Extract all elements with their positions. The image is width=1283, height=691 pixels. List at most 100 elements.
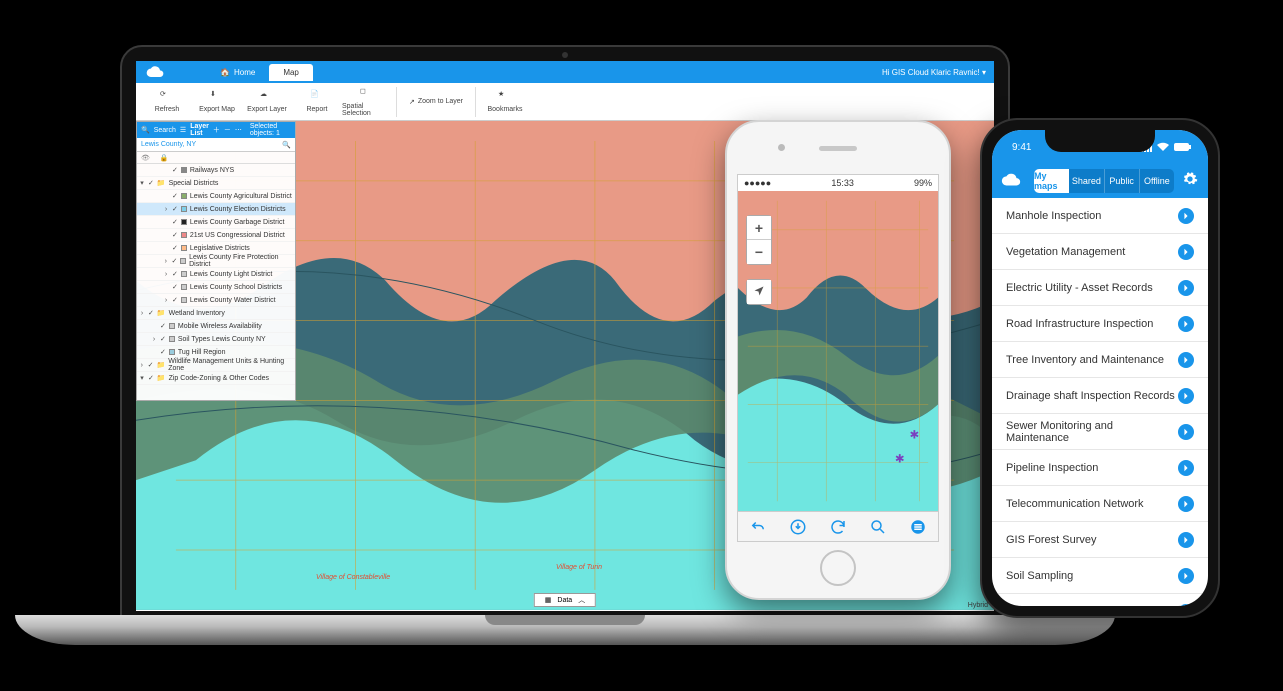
search-icon[interactable]: 🔍 xyxy=(141,126,150,134)
settings-button[interactable] xyxy=(1182,171,1200,192)
remove-icon[interactable]: － xyxy=(224,125,231,135)
bookmarks-button[interactable]: ★ Bookmarks xyxy=(480,90,530,113)
download-button[interactable] xyxy=(785,514,811,540)
map-list: Manhole Inspection Vegetation Management… xyxy=(992,198,1208,606)
spatial-selection-button[interactable]: ◻ Spatial Selection xyxy=(342,87,392,117)
refresh-button[interactable]: ⟳ Refresh xyxy=(142,90,192,113)
layer-row[interactable]: ✓21st US Congressional District xyxy=(137,229,295,242)
check-icon[interactable]: ✓ xyxy=(172,192,178,200)
chevron-right-icon xyxy=(1178,568,1194,584)
zoom-in-button[interactable]: + xyxy=(747,216,771,240)
list-item-label: Vegetation Management xyxy=(1006,246,1125,258)
layer-row[interactable]: ▾✓📁Special Districts xyxy=(137,177,295,190)
check-icon[interactable]: ✓ xyxy=(148,309,154,317)
list-item-label: Drainage shaft Inspection Records xyxy=(1006,390,1175,402)
list-item[interactable]: Pipeline Inspection xyxy=(992,450,1208,486)
check-icon[interactable]: ✓ xyxy=(172,257,178,265)
check-icon[interactable]: ✓ xyxy=(172,244,178,252)
phone-map-canvas[interactable]: ✱ ✱ + − xyxy=(738,191,938,511)
list-item-label: Pipeline Inspection xyxy=(1006,462,1098,474)
home-button[interactable] xyxy=(820,550,856,586)
add-icon[interactable]: ＋ xyxy=(213,125,220,135)
check-icon[interactable]: ✓ xyxy=(172,296,178,304)
tab-home[interactable]: 🏠 Home xyxy=(206,64,269,81)
layer-row[interactable]: ›✓📁Wildlife Management Units & Hunting Z… xyxy=(137,359,295,372)
check-icon[interactable]: ✓ xyxy=(172,205,178,213)
list-item[interactable]: Telecommunication Network xyxy=(992,486,1208,522)
wifi-icon xyxy=(1156,142,1170,152)
layer-row[interactable]: ›✓Lewis County Water District xyxy=(137,294,295,307)
report-button[interactable]: 📄 Report xyxy=(292,90,342,113)
export-map-button[interactable]: ⬇ Export Map xyxy=(192,90,242,113)
list-item[interactable]: Road Infrastructure Inspection xyxy=(992,306,1208,342)
check-icon[interactable]: ✓ xyxy=(148,179,154,187)
user-greeting[interactable]: Hi GIS Cloud Klaric Ravnic! ▾ xyxy=(882,68,986,77)
check-icon[interactable]: ✓ xyxy=(172,166,178,174)
tab-public[interactable]: Public xyxy=(1105,169,1140,193)
check-icon[interactable]: ✓ xyxy=(160,335,166,343)
list-item-label: Soil Sampling xyxy=(1006,570,1073,582)
chevron-right-icon xyxy=(1178,496,1194,512)
bookmarks-label: Bookmarks xyxy=(487,106,522,113)
layer-row[interactable]: ›✓Soil Types Lewis County NY xyxy=(137,333,295,346)
layers-icon: ☰ xyxy=(180,126,186,134)
list-item[interactable]: Drainage shaft Inspection Records xyxy=(992,378,1208,414)
phone-notch xyxy=(1045,130,1155,152)
star-icon: ★ xyxy=(498,90,512,104)
reload-button[interactable] xyxy=(825,514,851,540)
layer-row[interactable]: ›✓📁Wetland Inventory xyxy=(137,307,295,320)
locate-button[interactable] xyxy=(747,280,771,304)
search-button[interactable] xyxy=(865,514,891,540)
check-icon[interactable]: ✓ xyxy=(148,361,154,369)
check-icon[interactable]: ✓ xyxy=(160,348,166,356)
menu-button[interactable] xyxy=(905,514,931,540)
check-icon[interactable]: ✓ xyxy=(172,270,178,278)
list-item[interactable]: Vegetation Management xyxy=(992,234,1208,270)
check-icon[interactable]: ✓ xyxy=(160,322,166,330)
layer-row[interactable]: ›✓Lewis County Fire Protection District xyxy=(137,255,295,268)
location-row[interactable]: Lewis County, NY 🔍 xyxy=(137,138,295,152)
list-item[interactable]: Soil Sampling xyxy=(992,558,1208,594)
layer-row[interactable]: ✓Railways NYS xyxy=(137,164,295,177)
location-label: Lewis County, NY xyxy=(141,141,196,148)
list-item[interactable]: Power Grid Maintenance xyxy=(992,594,1208,606)
layer-row[interactable]: ›✓Lewis County Light District xyxy=(137,268,295,281)
chevron-icon: ▾ xyxy=(139,179,145,187)
tab-my-maps[interactable]: My maps xyxy=(1034,169,1069,193)
layer-row[interactable]: ›✓Lewis County Election Districts xyxy=(137,203,295,216)
list-item[interactable]: Sewer Monitoring and Maintenance xyxy=(992,414,1208,450)
search-icon[interactable]: 🔍 xyxy=(282,141,291,149)
layer-row[interactable]: ✓Lewis County School Districts xyxy=(137,281,295,294)
layer-swatch xyxy=(181,206,187,212)
check-icon[interactable]: ✓ xyxy=(172,283,178,291)
sidebar-search-label[interactable]: Search xyxy=(154,127,176,134)
data-footer-tab[interactable]: ▦ Data ︿ xyxy=(534,593,596,607)
check-icon[interactable]: ✓ xyxy=(172,231,178,239)
zoom-layer-label: Zoom to Layer xyxy=(418,98,463,105)
more-icon[interactable]: ⋯ xyxy=(235,126,242,134)
tab-shared[interactable]: Shared xyxy=(1069,169,1104,193)
chevron-right-icon xyxy=(1178,388,1194,404)
phone-black-screen: 9:41 My maps Shared Public Offline xyxy=(992,130,1208,606)
hybrid-label[interactable]: Hybrid xyxy=(968,602,988,609)
list-item[interactable]: GIS Forest Survey xyxy=(992,522,1208,558)
zoom-out-button[interactable]: − xyxy=(747,240,771,264)
list-item[interactable]: Tree Inventory and Maintenance xyxy=(992,342,1208,378)
check-icon[interactable]: ✓ xyxy=(148,374,154,382)
layer-swatch xyxy=(169,323,175,329)
list-item[interactable]: Manhole Inspection xyxy=(992,198,1208,234)
spatial-label: Spatial Selection xyxy=(342,103,392,117)
layer-row[interactable]: ✓Lewis County Garbage District xyxy=(137,216,295,229)
layer-row[interactable]: ▾✓📁Zip Code-Zoning & Other Codes xyxy=(137,372,295,385)
undo-button[interactable] xyxy=(745,514,771,540)
check-icon[interactable]: ✓ xyxy=(172,218,178,226)
list-item-label: Telecommunication Network xyxy=(1006,498,1144,510)
list-item[interactable]: Electric Utility - Asset Records xyxy=(992,270,1208,306)
layer-row[interactable]: ✓Mobile Wireless Availability xyxy=(137,320,295,333)
export-layer-button[interactable]: ☁ Export Layer xyxy=(242,90,292,113)
layer-swatch xyxy=(180,258,186,264)
tab-offline[interactable]: Offline xyxy=(1140,169,1174,193)
zoom-to-layer-button[interactable]: ↗ Zoom to Layer xyxy=(401,98,471,106)
layer-row[interactable]: ✓Lewis County Agricultural District xyxy=(137,190,295,203)
tab-map[interactable]: Map xyxy=(269,64,313,81)
